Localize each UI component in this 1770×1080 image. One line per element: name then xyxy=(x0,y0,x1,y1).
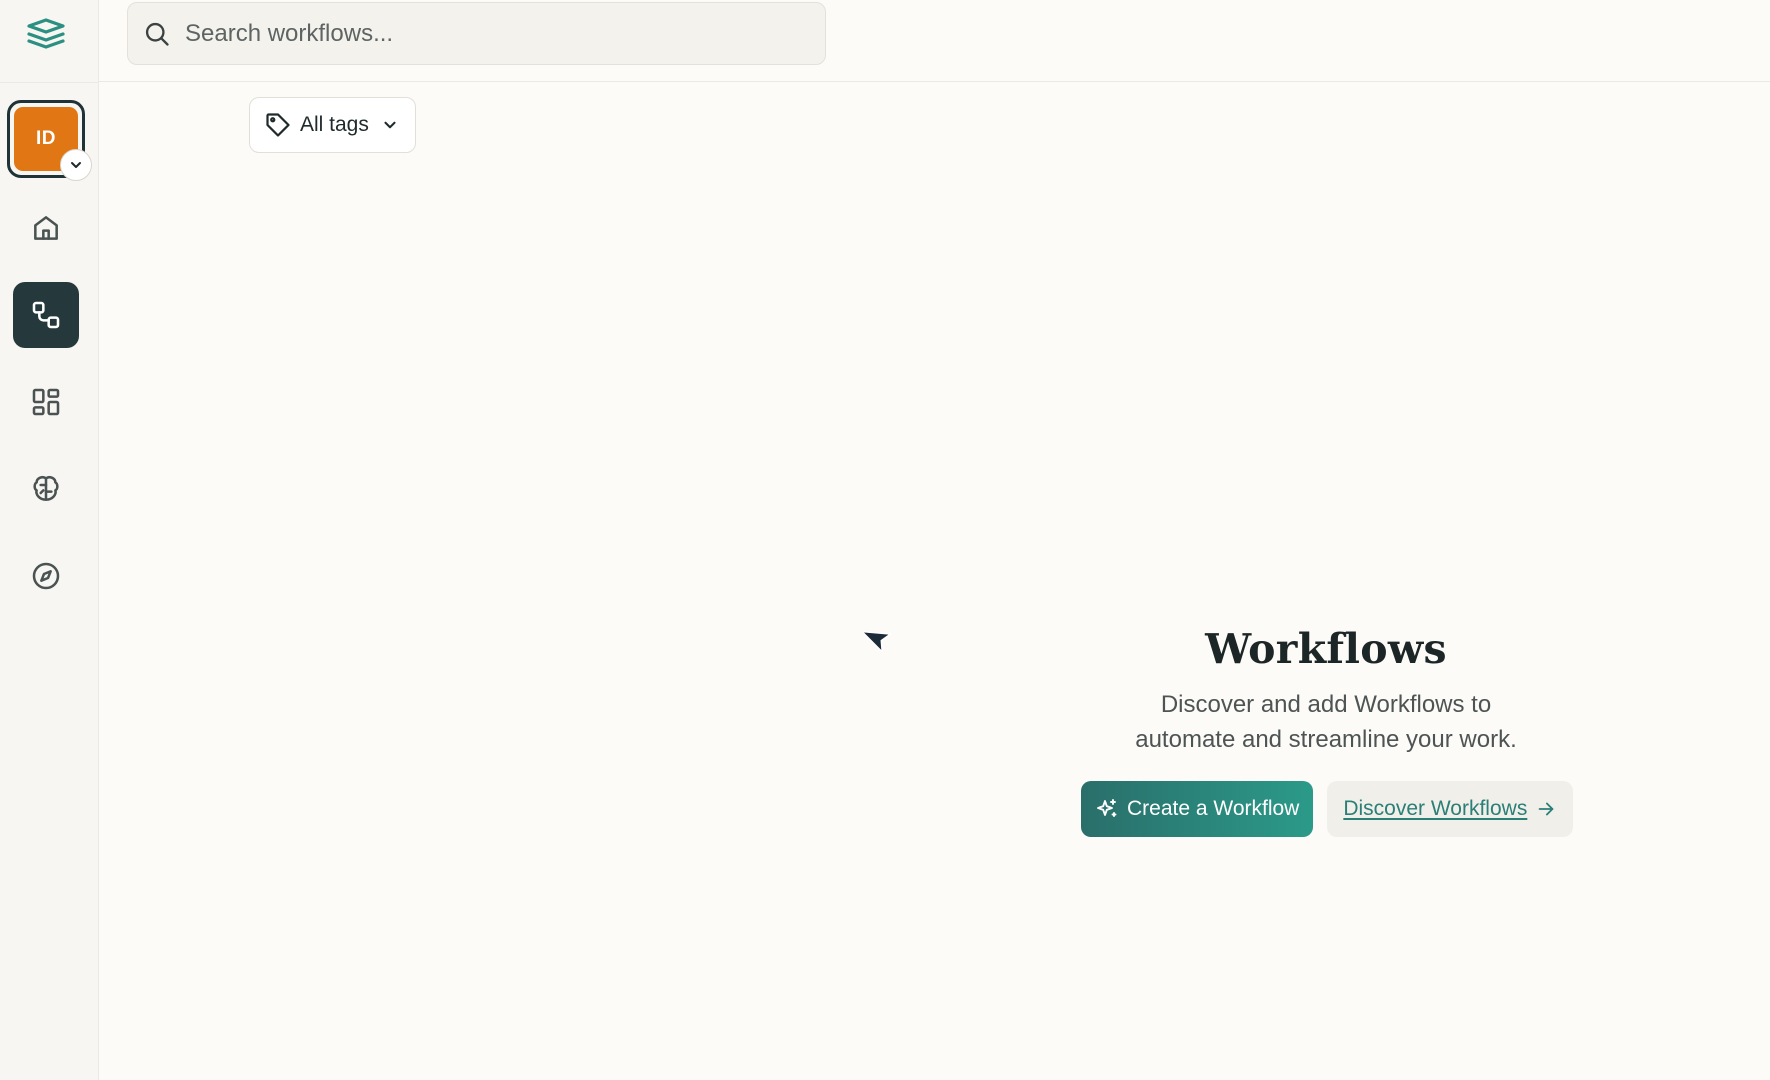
app-window: ID Search workflows... All tags Workflow… xyxy=(0,0,1770,1080)
tag-icon xyxy=(266,113,290,137)
sparkle-icon xyxy=(1097,799,1117,817)
sidebar: ID xyxy=(0,0,99,1080)
sidebar-item-workflows[interactable] xyxy=(13,282,79,348)
home-icon xyxy=(34,216,58,240)
workflow-icon xyxy=(32,301,60,329)
tags-filter-label: All tags xyxy=(300,113,369,136)
sidebar-item-brain[interactable] xyxy=(13,456,79,522)
empty-state-actions: Create a Workflow Discover Workflows xyxy=(1081,781,1574,837)
search-icon xyxy=(145,22,169,46)
chevron-down-icon xyxy=(384,121,396,129)
discover-workflows-button[interactable]: Discover Workflows xyxy=(1327,781,1574,837)
tags-filter-dropdown[interactable]: All tags xyxy=(249,97,416,153)
discover-workflows-label: Discover Workflows xyxy=(1343,797,1528,820)
create-workflow-button[interactable]: Create a Workflow xyxy=(1081,781,1314,837)
apps-grid-icon xyxy=(32,388,60,416)
search-input[interactable] xyxy=(185,19,785,48)
layers-logo-icon[interactable] xyxy=(22,14,70,54)
top-bar xyxy=(99,0,1770,82)
create-workflow-label: Create a Workflow xyxy=(1127,797,1300,820)
sidebar-item-home[interactable] xyxy=(13,195,79,261)
page-title: Workflows xyxy=(1205,625,1447,673)
search-box[interactable] xyxy=(127,2,826,65)
empty-state: Workflows Discover and add Workflows to … xyxy=(1076,625,1576,757)
compass-icon xyxy=(32,562,60,590)
sidebar-item-explore[interactable] xyxy=(13,543,79,609)
mouse-cursor-icon xyxy=(861,624,896,661)
sidebar-divider xyxy=(0,82,99,83)
chevron-down-icon[interactable] xyxy=(60,149,92,181)
sidebar-item-apps[interactable] xyxy=(13,369,79,435)
avatar-initials: ID xyxy=(36,128,56,149)
arrow-right-icon xyxy=(1538,802,1554,816)
account-switcher[interactable]: ID xyxy=(7,100,92,181)
empty-state-description: Discover and add Workflows to automate a… xyxy=(1135,691,1517,753)
brain-icon xyxy=(33,476,59,501)
